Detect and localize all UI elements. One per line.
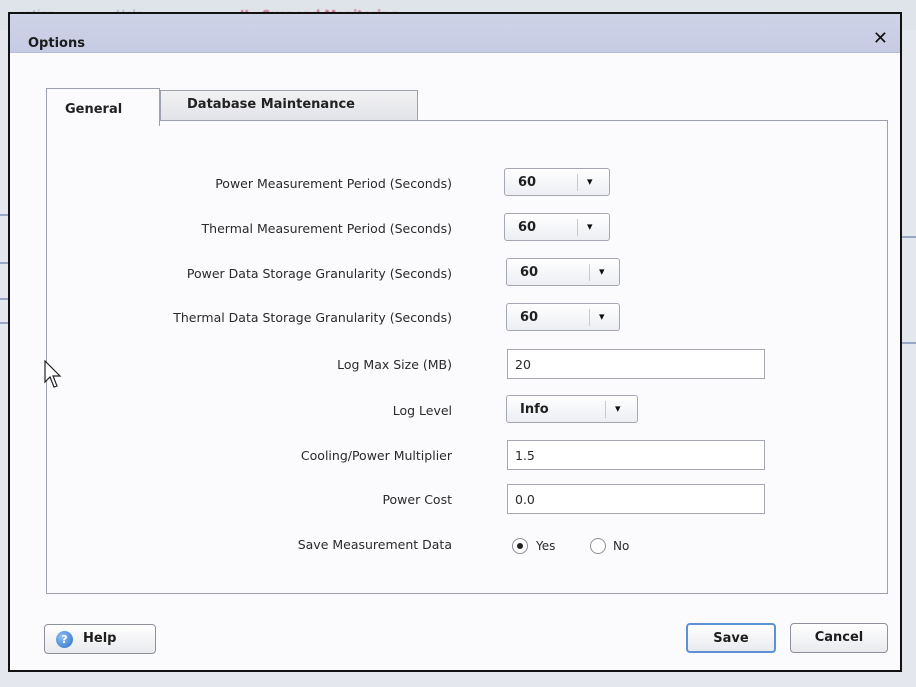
select-divider	[605, 401, 606, 418]
save-measurement-yes-label[interactable]: Yes	[536, 539, 555, 553]
power-period-value: 60	[518, 175, 537, 190]
thermal-granularity-select[interactable]: 60 ▾	[506, 303, 620, 331]
tab-general-label: General	[65, 102, 123, 117]
save-measurement-no-label[interactable]: No	[613, 539, 629, 553]
power-granularity-label: Power Data Storage Granularity (Seconds)	[186, 266, 452, 281]
options-dialog: Options ✕ General Database Maintenance P…	[8, 12, 902, 672]
close-icon[interactable]: ✕	[873, 30, 888, 48]
select-divider	[589, 309, 590, 326]
chevron-down-icon: ▾	[615, 402, 621, 415]
power-cost-input[interactable]	[507, 484, 765, 514]
radio-selected-dot	[517, 543, 523, 549]
thermal-period-label: Thermal Measurement Period (Seconds)	[201, 221, 452, 236]
thermal-period-select[interactable]: 60 ▾	[504, 213, 610, 241]
save-measurement-yes-radio[interactable]	[512, 538, 528, 554]
help-icon: ?	[56, 631, 73, 648]
log-level-value: Info	[520, 402, 549, 417]
cancel-button[interactable]: Cancel	[790, 623, 888, 653]
select-divider	[577, 174, 578, 191]
help-button[interactable]: ? Help	[44, 624, 156, 654]
log-level-label: Log Level	[392, 403, 452, 418]
dialog-title: Options	[28, 36, 85, 51]
power-granularity-select[interactable]: 60 ▾	[506, 258, 620, 286]
mouse-pointer-icon	[44, 360, 62, 388]
chevron-down-icon: ▾	[587, 175, 593, 188]
save-button[interactable]: Save	[686, 623, 776, 653]
chevron-down-icon: ▾	[587, 220, 593, 233]
power-granularity-value: 60	[520, 265, 539, 280]
thermal-period-value: 60	[518, 220, 537, 235]
select-divider	[589, 264, 590, 281]
select-divider	[577, 219, 578, 236]
help-button-label: Help	[83, 631, 117, 646]
cancel-button-label: Cancel	[814, 630, 864, 645]
tab-database-maintenance-label: Database Maintenance	[187, 97, 355, 112]
power-period-label: Power Measurement Period (Seconds)	[215, 176, 452, 191]
power-cost-label: Power Cost	[382, 492, 452, 507]
save-button-label: Save	[713, 631, 749, 646]
log-level-select[interactable]: Info ▾	[506, 395, 638, 423]
thermal-granularity-label: Thermal Data Storage Granularity (Second…	[173, 310, 452, 325]
log-max-size-label: Log Max Size (MB)	[337, 357, 452, 372]
save-measurement-no-radio[interactable]	[590, 538, 606, 554]
log-max-size-input[interactable]	[507, 349, 765, 379]
power-period-select[interactable]: 60 ▾	[504, 168, 610, 196]
chevron-down-icon: ▾	[599, 265, 605, 278]
cooling-multiplier-label: Cooling/Power Multiplier	[300, 448, 452, 463]
save-measurement-label: Save Measurement Data	[297, 537, 452, 552]
tab-general[interactable]: General	[46, 88, 160, 126]
tab-database-maintenance[interactable]: Database Maintenance	[160, 90, 418, 120]
chevron-down-icon: ▾	[599, 310, 605, 323]
thermal-granularity-value: 60	[520, 310, 539, 325]
dialog-titlebar[interactable]: Options ✕	[10, 14, 900, 53]
cooling-multiplier-input[interactable]	[507, 440, 765, 470]
